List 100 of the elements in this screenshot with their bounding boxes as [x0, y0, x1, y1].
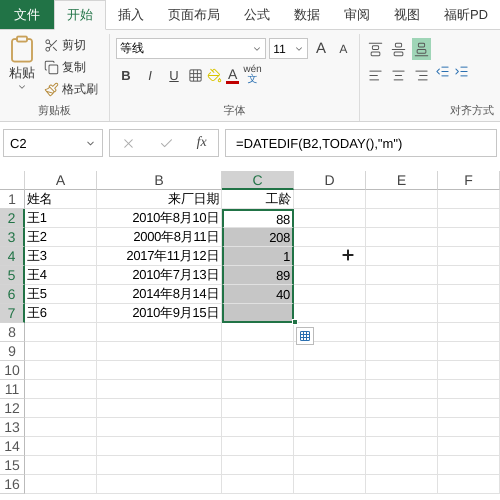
format-painter-button[interactable]: 格式刷 — [42, 78, 100, 100]
row-header[interactable]: 6 — [0, 285, 25, 304]
ribbon-tab[interactable]: 插入 — [106, 0, 156, 29]
name-box[interactable]: C2 — [3, 129, 103, 157]
align-icon — [368, 68, 383, 82]
empty-cell — [366, 361, 438, 380]
empty-cell — [294, 190, 366, 209]
quick-analysis-button[interactable] — [296, 327, 314, 345]
table-cell: 王5 — [25, 285, 97, 304]
ribbon-tab[interactable]: 公式 — [232, 0, 282, 29]
empty-cell — [438, 342, 500, 361]
table-cell: 来厂日期 — [97, 190, 222, 209]
align-button[interactable] — [412, 38, 431, 60]
ribbon-tab[interactable]: 视图 — [382, 0, 432, 29]
empty-cell — [222, 418, 294, 437]
column-header[interactable]: C — [222, 171, 294, 190]
ribbon-tab[interactable]: 审阅 — [332, 0, 382, 29]
empty-cell — [438, 209, 500, 228]
formula-field[interactable]: =DATEDIF(B2,TODAY(),"m") — [225, 129, 497, 157]
row-header[interactable]: 5 — [0, 266, 25, 285]
empty-cell — [294, 437, 366, 456]
cursor-icon — [340, 247, 356, 263]
copy-icon — [44, 60, 59, 74]
row-header[interactable]: 8 — [0, 323, 25, 342]
italic-button[interactable]: I — [140, 68, 160, 82]
empty-cell — [222, 323, 294, 342]
fill-handle[interactable] — [292, 319, 298, 325]
empty-cell — [366, 380, 438, 399]
empty-cell — [294, 361, 366, 380]
column-header[interactable]: B — [97, 171, 222, 190]
align-icon — [391, 68, 406, 82]
empty-cell — [366, 342, 438, 361]
copy-button[interactable]: 复制 — [42, 56, 100, 78]
fill-color-icon[interactable] — [207, 68, 222, 82]
row-header[interactable]: 11 — [0, 380, 25, 399]
empty-cell — [438, 380, 500, 399]
table-icon — [299, 330, 311, 342]
table-cell: 王1 — [25, 209, 97, 228]
table-cell: 208 — [222, 228, 294, 247]
font-name-field[interactable]: 等线 — [116, 38, 266, 59]
row-header[interactable]: 14 — [0, 437, 25, 456]
empty-cell — [222, 342, 294, 361]
empty-cell — [366, 247, 438, 266]
empty-cell — [294, 456, 366, 475]
row-header[interactable]: 15 — [0, 456, 25, 475]
paintbrush-icon — [44, 82, 59, 96]
indent-increase-icon[interactable] — [454, 64, 469, 79]
borders-icon[interactable] — [188, 68, 203, 82]
empty-cell — [366, 418, 438, 437]
empty-cell — [222, 361, 294, 380]
empty-cell — [438, 285, 500, 304]
row-header[interactable]: 7 — [0, 304, 25, 323]
file-tab[interactable]: 文件 — [0, 0, 54, 29]
empty-cell — [366, 266, 438, 285]
empty-cell — [438, 475, 500, 494]
table-cell: 姓名 — [25, 190, 97, 209]
row-header[interactable]: 12 — [0, 399, 25, 418]
empty-cell — [366, 437, 438, 456]
ribbon-tab[interactable]: 开始 — [54, 0, 106, 30]
font-color-button[interactable]: A — [226, 66, 240, 84]
cut-button[interactable]: 剪切 — [42, 34, 100, 56]
ribbon-tab[interactable]: 福昕PD — [432, 0, 500, 29]
row-header[interactable]: 13 — [0, 418, 25, 437]
font-size-field[interactable]: 11 — [269, 38, 308, 59]
row-header[interactable]: 10 — [0, 361, 25, 380]
bold-button[interactable]: B — [116, 68, 136, 82]
row-header[interactable]: 3 — [0, 228, 25, 247]
empty-cell — [366, 475, 438, 494]
align-icon — [414, 68, 429, 82]
shrink-font-button[interactable]: A — [334, 42, 353, 56]
empty-cell — [438, 418, 500, 437]
empty-cell — [366, 304, 438, 323]
insert-function-button[interactable]: fx — [196, 135, 207, 151]
paste-button[interactable]: 粘贴 — [9, 64, 35, 82]
group-label: 剪贴板 — [37, 104, 72, 119]
column-header[interactable]: A — [25, 171, 97, 190]
empty-cell — [438, 190, 500, 209]
group-label: 字体 — [222, 104, 246, 119]
row-header[interactable]: 16 — [0, 475, 25, 494]
row-header[interactable]: 1 — [0, 190, 25, 209]
align-icon — [391, 42, 406, 56]
table-cell: 89 — [222, 266, 294, 285]
row-header[interactable]: 4 — [0, 247, 25, 266]
empty-cell — [438, 247, 500, 266]
table-cell: 王4 — [25, 266, 97, 285]
grow-font-button[interactable]: A — [311, 40, 331, 57]
ribbon-tab[interactable]: 数据 — [282, 0, 332, 29]
empty-cell — [366, 228, 438, 247]
column-header[interactable]: F — [438, 171, 500, 190]
indent-decrease-icon[interactable] — [435, 64, 450, 79]
row-header[interactable]: 2 — [0, 209, 25, 228]
empty-cell — [438, 266, 500, 285]
column-header[interactable]: E — [366, 171, 438, 190]
align-icon — [368, 42, 383, 56]
ribbon-tab[interactable]: 页面布局 — [156, 0, 232, 29]
underline-button[interactable]: U — [164, 68, 184, 82]
column-header[interactable]: D — [294, 171, 366, 190]
row-header[interactable]: 9 — [0, 342, 25, 361]
phonetic-button[interactable]: wén 文 — [243, 65, 262, 85]
table-cell: 88 — [222, 209, 294, 228]
